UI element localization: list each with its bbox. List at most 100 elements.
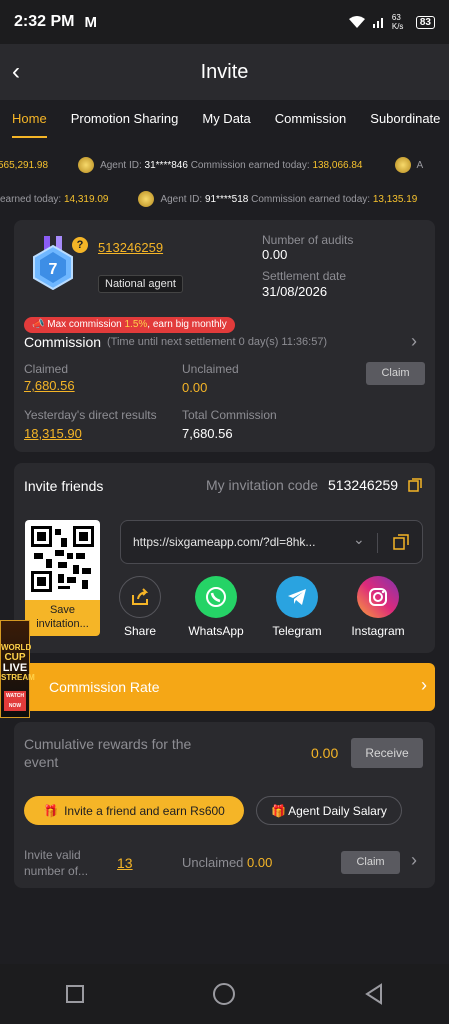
status-time: 2:32 PM — [14, 13, 75, 30]
svg-text:7: 7 — [49, 261, 58, 278]
settlement-label: Settlement date — [262, 269, 347, 283]
tab-bar: Home Promotion Sharing My Data Commissio… — [0, 100, 449, 140]
chevron-right-icon[interactable]: › — [411, 331, 417, 352]
invite-link-field[interactable]: https://sixgameapp.com/?dl=8hk... ⌄ — [120, 520, 423, 564]
max-commission-suffix: , earn big monthly — [147, 319, 227, 330]
invitation-code: 513246259 — [328, 477, 399, 493]
instagram-button[interactable]: Instagram — [343, 576, 413, 638]
max-commission-text: Max commission — [47, 319, 122, 330]
world-cup-promo[interactable]: WORLD CUP LIVE STREAM WATCH NOW — [0, 620, 35, 718]
invite-valid-value: 13 — [117, 855, 133, 871]
max-commission-rate: 1.5% — [124, 319, 148, 330]
promo-text: WATCH NOW — [4, 691, 26, 711]
yesterday-value: 18,315.90 — [24, 426, 82, 441]
ticker-value: 565,291.98 — [0, 159, 49, 171]
tab-promotion-sharing[interactable]: Promotion Sharing — [59, 100, 191, 140]
mail-icon: M — [84, 13, 97, 31]
invite-link: https://sixgameapp.com/?dl=8hk... — [133, 535, 316, 549]
header: ‹ Invite — [0, 44, 449, 100]
ticker-value: 138,066.84 — [312, 159, 363, 171]
copy-icon[interactable] — [408, 478, 422, 492]
tab-my-data[interactable]: My Data — [190, 100, 262, 140]
agent-daily-salary-label: Agent Daily Salary — [288, 803, 387, 818]
ticker-label: Agent ID: — [100, 159, 142, 171]
tab-home[interactable]: Home — [0, 100, 59, 140]
ticker-agent-id: 91****518 — [204, 193, 249, 205]
divider — [377, 533, 378, 553]
back-arrow-icon[interactable]: ‹ — [12, 58, 36, 86]
instagram-label: Instagram — [351, 624, 405, 638]
claim-button[interactable]: Claim — [366, 362, 425, 385]
ticker-value: 14,319.09 — [63, 193, 109, 205]
promo-text: STREAM — [1, 673, 35, 682]
invite-earn-button[interactable]: 🎁 Invite a friend and earn Rs600 — [24, 796, 244, 825]
telegram-icon — [276, 576, 318, 618]
net-speed: 63 K/s — [391, 13, 404, 31]
audits-label: Number of audits — [262, 233, 354, 247]
agent-badge-icon — [138, 191, 155, 207]
commission-rate-label: Commission Rate — [49, 679, 160, 695]
total-commission-value: 7,680.56 — [182, 426, 233, 441]
share-label: Share — [123, 624, 157, 638]
recent-apps-icon[interactable] — [60, 979, 90, 1009]
agent-badge-icon — [78, 157, 95, 173]
commission-rate-bar[interactable]: Commission Rate › — [14, 663, 435, 711]
ticker-label: Commission earned today: — [251, 193, 371, 205]
audits-value: 0.00 — [262, 247, 288, 262]
invite-valid-label: Invite valid number of... — [24, 848, 89, 878]
home-icon[interactable] — [209, 979, 239, 1009]
max-commission-banner: 📣 Max commission 1.5%, earn big monthly — [24, 317, 235, 333]
event-unclaimed-value: 0.00 — [247, 855, 273, 870]
help-icon[interactable]: ? — [72, 237, 88, 253]
ticker-value: 13,135.19 — [372, 193, 418, 205]
agent-type-badge: National agent — [98, 275, 183, 293]
whatsapp-icon — [195, 576, 237, 618]
save-invitation-button[interactable]: Save invitation... — [25, 600, 100, 636]
status-right: 63 K/s 83 — [348, 13, 435, 31]
system-nav-bar — [0, 964, 449, 1024]
ticker-label: A — [416, 159, 424, 171]
invitation-code-label: My invitation code — [206, 477, 319, 493]
cumulative-rewards-value: 0.00 — [311, 745, 339, 761]
share-icon — [119, 576, 161, 618]
ticker-label: earned today: — [0, 193, 62, 205]
commission-title: Commission — [24, 334, 102, 350]
ticker-label: Agent ID: — [160, 193, 203, 205]
unclaimed-label: Unclaimed — [182, 362, 239, 376]
chevron-down-icon[interactable]: ⌄ — [353, 531, 365, 548]
event-claim-button[interactable]: Claim — [341, 851, 400, 874]
level-medal-icon: 7 — [33, 236, 73, 290]
unclaimed-value: 0.00 — [182, 380, 208, 395]
back-icon[interactable] — [359, 979, 389, 1009]
invite-title: Invite friends — [24, 478, 104, 494]
chevron-right-icon[interactable]: › — [411, 850, 417, 871]
agent-id[interactable]: 513246259 — [98, 240, 163, 255]
tab-commission[interactable]: Commission — [263, 100, 359, 140]
claimed-value: 7,680.56 — [24, 378, 75, 393]
chevron-right-icon: › — [421, 675, 427, 695]
share-button[interactable]: Share — [105, 576, 175, 638]
ticker-row-1: 565,291.98 Agent ID: 31****846 Commissio… — [0, 154, 449, 176]
whatsapp-label: WhatsApp — [188, 624, 244, 638]
instagram-icon — [357, 576, 399, 618]
page-title: Invite — [200, 60, 249, 83]
agent-daily-salary-button[interactable]: 🎁 Agent Daily Salary — [256, 796, 402, 825]
invite-earn-label: Invite a friend and earn Rs600 — [64, 803, 225, 818]
telegram-label: Telegram — [272, 624, 322, 638]
receive-button[interactable]: Receive — [351, 738, 423, 768]
cumulative-rewards-label: Cumulative rewards for the event — [24, 736, 192, 770]
tab-subordinate[interactable]: Subordinate — [358, 100, 449, 140]
whatsapp-button[interactable]: WhatsApp — [181, 576, 251, 638]
ticker-row-2: earned today: 14,319.09 Agent ID: 91****… — [0, 188, 449, 210]
status-bar: 2:32 PM M 63 K/s 83 — [0, 0, 449, 44]
agent-badge-icon — [394, 157, 411, 173]
gift-icon: 🎁 — [271, 803, 287, 818]
commission-subtitle: (Time until next settlement 0 day(s) 11:… — [107, 336, 328, 348]
copy-link-icon[interactable] — [393, 534, 409, 550]
promo-text: LIVE — [2, 662, 28, 674]
event-unclaimed-label: Unclaimed — [182, 855, 244, 870]
settlement-value: 31/08/2026 — [262, 284, 328, 299]
telegram-button[interactable]: Telegram — [262, 576, 332, 638]
ticker-agent-id: 31****846 — [144, 159, 188, 171]
wifi-icon — [348, 16, 365, 28]
